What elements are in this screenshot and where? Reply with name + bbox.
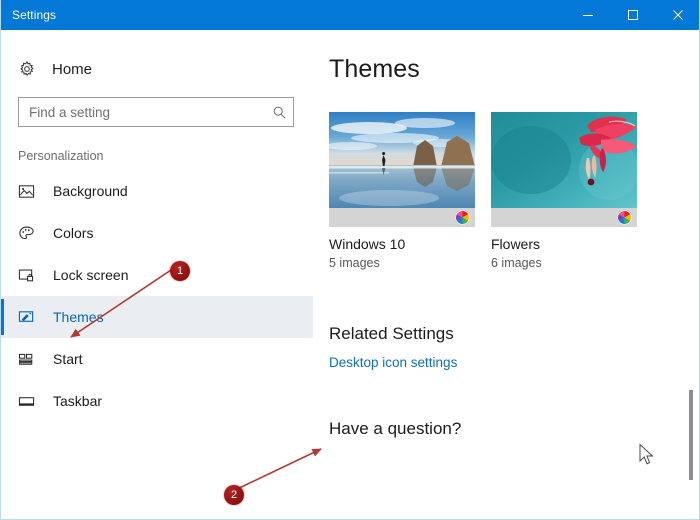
taskbar-icon [18,393,42,410]
theme-strip [491,208,637,227]
start-tiles-icon [18,351,42,368]
minimize-button[interactable] [565,0,610,30]
sidebar-item-taskbar[interactable]: Taskbar [1,380,313,422]
minimize-icon [582,14,593,16]
sidebar-item-themes[interactable]: Themes [1,296,313,338]
themes-icon [18,309,42,326]
theme-card-windows-10[interactable]: Windows 10 5 images [329,112,475,270]
gear-icon [18,60,44,78]
theme-image-count: 5 images [329,256,380,270]
title-bar: Settings [1,0,699,30]
close-icon [672,9,683,20]
desktop-icon-settings-link[interactable]: Desktop icon settings [329,355,457,370]
maximize-button[interactable] [610,0,655,30]
lock-screen-icon [18,267,42,284]
sidebar-item-background[interactable]: Background [1,170,313,212]
color-wheel-icon [455,210,470,225]
theme-thumbnail[interactable] [491,112,637,227]
page-title: Themes [329,55,420,83]
beach-thumbnail-image [329,112,475,208]
window-body: Home Personalization [1,30,699,519]
mouse-cursor [639,443,654,465]
sidebar-item-label: Start [53,351,83,367]
home-label: Home [52,60,93,78]
picture-icon [18,183,42,200]
search-input[interactable] [19,104,265,120]
scrollbar[interactable] [687,30,695,519]
theme-image-count: 6 images [491,256,542,270]
annotation-marker-2: 2 [224,485,244,505]
sidebar-item-label: Background [53,183,128,199]
color-wheel-icon [617,210,632,225]
theme-thumbnail[interactable] [329,112,475,227]
sidebar-item-colors[interactable]: Colors [1,212,313,254]
have-a-question-heading: Have a question? [329,419,462,438]
window-controls [565,0,699,30]
palette-icon [18,225,42,242]
annotation-marker-1: 1 [170,261,190,281]
window-title: Settings [12,7,57,22]
sidebar-item-home[interactable]: Home [1,52,313,86]
search-icon[interactable] [265,105,293,120]
close-button[interactable] [655,0,699,30]
flower-thumbnail-image [491,112,637,208]
theme-strip [329,208,475,227]
theme-name: Windows 10 [329,236,406,252]
theme-card-flowers[interactable]: Flowers 6 images [491,112,637,270]
search-box[interactable] [18,97,294,127]
sidebar-item-start[interactable]: Start [1,338,313,380]
related-settings-heading: Related Settings [329,324,454,343]
sidebar-item-label: Themes [53,309,104,325]
sidebar-section-label: Personalization [18,149,104,163]
sidebar-item-label: Colors [53,225,94,241]
scrollbar-thumb[interactable] [689,390,693,480]
sidebar-item-lock-screen[interactable]: Lock screen [1,254,313,296]
theme-name: Flowers [491,236,541,252]
maximize-icon [627,9,638,20]
sidebar: Home Personalization [1,30,313,519]
settings-window: Settings Home Find a setting Personaliza… [0,0,700,520]
theme-grid: Windows 10 5 images Flowers 6 images [329,112,699,270]
sidebar-item-label: Lock screen [53,267,129,283]
sidebar-item-label: Taskbar [53,393,103,409]
